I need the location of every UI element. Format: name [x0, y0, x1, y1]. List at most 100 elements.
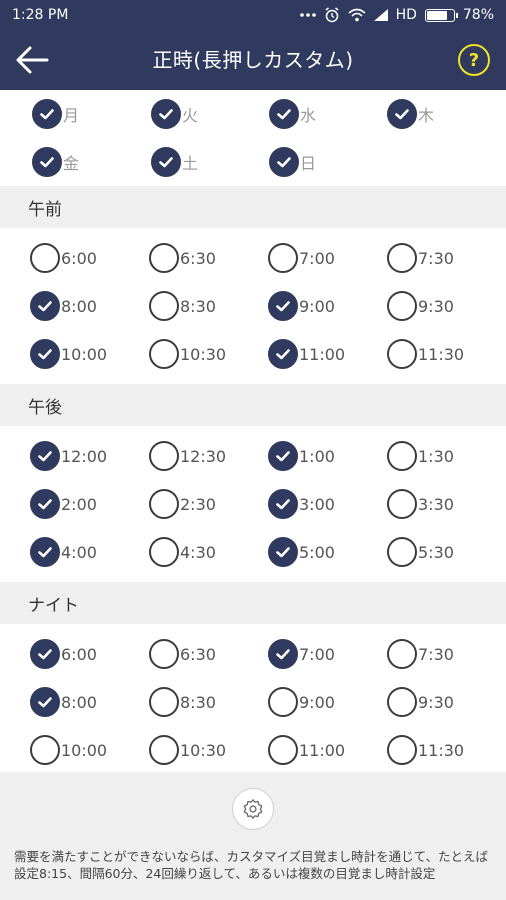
time-checkbox[interactable]: 5:00 [268, 528, 335, 576]
time-checkbox[interactable]: 8:30 [149, 678, 216, 726]
time-checkbox[interactable]: 7:30 [387, 234, 454, 282]
time-checkbox[interactable]: 1:30 [387, 432, 454, 480]
time-checkbox[interactable]: 1:00 [268, 432, 335, 480]
checked-circle-icon [32, 147, 62, 177]
time-checkbox[interactable]: 11:30 [387, 330, 464, 378]
day-checkbox[interactable]: 土 [151, 138, 198, 186]
time-label: 12:00 [61, 446, 108, 466]
unchecked-circle-icon [387, 687, 417, 717]
day-checkbox[interactable]: 日 [269, 138, 316, 186]
unchecked-circle-icon [387, 291, 417, 321]
time-checkbox[interactable]: 6:30 [149, 234, 216, 282]
checked-circle-icon [30, 489, 60, 519]
more-dots-icon [299, 12, 316, 18]
time-checkbox[interactable]: 2:30 [149, 480, 216, 528]
section-title: 午後 [28, 397, 62, 418]
time-checkbox[interactable]: 12:00 [30, 432, 107, 480]
time-checkbox[interactable]: 11:30 [387, 726, 464, 774]
time-label: 9:30 [418, 692, 454, 712]
checked-circle-icon [151, 99, 181, 129]
footer: 需要を満たすことができないならば、カスタマイズ目覚まし時計を通じて、たとえば設定… [0, 772, 506, 900]
time-checkbox[interactable]: 9:30 [387, 282, 454, 330]
unchecked-circle-icon [268, 687, 298, 717]
time-label: 1:30 [418, 446, 454, 466]
time-label: 8:00 [61, 692, 97, 712]
day-checkbox[interactable]: 火 [151, 90, 198, 138]
time-checkbox[interactable]: 8:00 [30, 678, 97, 726]
time-label: 6:30 [180, 644, 216, 664]
unchecked-circle-icon [149, 537, 179, 567]
day-checkbox[interactable]: 水 [269, 90, 316, 138]
time-checkbox[interactable]: 10:00 [30, 330, 107, 378]
time-label: 4:30 [180, 542, 216, 562]
checked-circle-icon [269, 99, 299, 129]
time-label: 7:00 [299, 248, 335, 268]
time-checkbox[interactable]: 8:00 [30, 282, 97, 330]
unchecked-circle-icon [149, 639, 179, 669]
checked-circle-icon [268, 639, 298, 669]
unchecked-circle-icon [30, 735, 60, 765]
time-checkbox[interactable]: 9:00 [268, 282, 335, 330]
unchecked-circle-icon [149, 291, 179, 321]
day-checkbox[interactable]: 木 [387, 90, 434, 138]
settings-button[interactable] [232, 788, 274, 830]
time-label: 6:00 [61, 644, 97, 664]
time-checkbox[interactable]: 7:00 [268, 630, 335, 678]
time-label: 7:30 [418, 644, 454, 664]
time-checkbox[interactable]: 4:30 [149, 528, 216, 576]
time-label: 7:00 [299, 644, 335, 664]
time-checkbox[interactable]: 5:30 [387, 528, 454, 576]
time-checkbox[interactable]: 4:00 [30, 528, 97, 576]
time-label: 10:00 [61, 740, 108, 760]
unchecked-circle-icon [387, 489, 417, 519]
checked-circle-icon [30, 339, 60, 369]
time-checkbox[interactable]: 8:30 [149, 282, 216, 330]
time-label: 4:00 [61, 542, 97, 562]
time-checkbox[interactable]: 7:00 [268, 234, 335, 282]
time-label: 1:00 [299, 446, 335, 466]
status-icons: HD 78% [299, 7, 494, 23]
day-checkbox[interactable]: 金 [32, 138, 79, 186]
unchecked-circle-icon [149, 441, 179, 471]
section-header: ナイト [0, 582, 506, 624]
help-button[interactable]: ? [458, 44, 490, 76]
unchecked-circle-icon [387, 339, 417, 369]
day-checkbox[interactable]: 月 [32, 90, 79, 138]
time-checkbox[interactable]: 11:00 [268, 330, 345, 378]
time-checkbox[interactable]: 10:30 [149, 330, 226, 378]
battery-icon [424, 8, 458, 22]
time-checkbox[interactable]: 9:30 [387, 678, 454, 726]
time-checkbox[interactable]: 2:00 [30, 480, 97, 528]
arrow-left-icon [16, 46, 49, 74]
day-label: 土 [182, 154, 199, 173]
day-label: 日 [300, 154, 317, 173]
time-checkbox[interactable]: 7:30 [387, 630, 454, 678]
time-checkbox[interactable]: 6:00 [30, 234, 97, 282]
time-checkbox[interactable]: 9:00 [268, 678, 335, 726]
time-checkbox[interactable]: 3:30 [387, 480, 454, 528]
time-label: 7:30 [418, 248, 454, 268]
checked-circle-icon [268, 441, 298, 471]
unchecked-circle-icon [149, 339, 179, 369]
time-checkbox[interactable]: 10:00 [30, 726, 107, 774]
unchecked-circle-icon [387, 441, 417, 471]
back-button[interactable] [14, 44, 50, 76]
section-header: 午前 [0, 186, 506, 228]
time-checkbox[interactable]: 6:30 [149, 630, 216, 678]
checked-circle-icon [268, 537, 298, 567]
unchecked-circle-icon [387, 537, 417, 567]
page-title: 正時(長押しカスタム) [152, 48, 354, 72]
time-checkbox[interactable]: 6:00 [30, 630, 97, 678]
unchecked-circle-icon [387, 243, 417, 273]
time-label: 8:30 [180, 296, 216, 316]
time-label: 2:00 [61, 494, 97, 514]
time-checkbox[interactable]: 10:30 [149, 726, 226, 774]
time-checkbox[interactable]: 11:00 [268, 726, 345, 774]
time-checkbox[interactable]: 3:00 [268, 480, 335, 528]
time-label: 12:30 [180, 446, 227, 466]
wifi-icon [348, 8, 366, 22]
section-title: ナイト [28, 595, 79, 616]
time-label: 3:30 [418, 494, 454, 514]
checked-circle-icon [30, 537, 60, 567]
time-checkbox[interactable]: 12:30 [149, 432, 226, 480]
